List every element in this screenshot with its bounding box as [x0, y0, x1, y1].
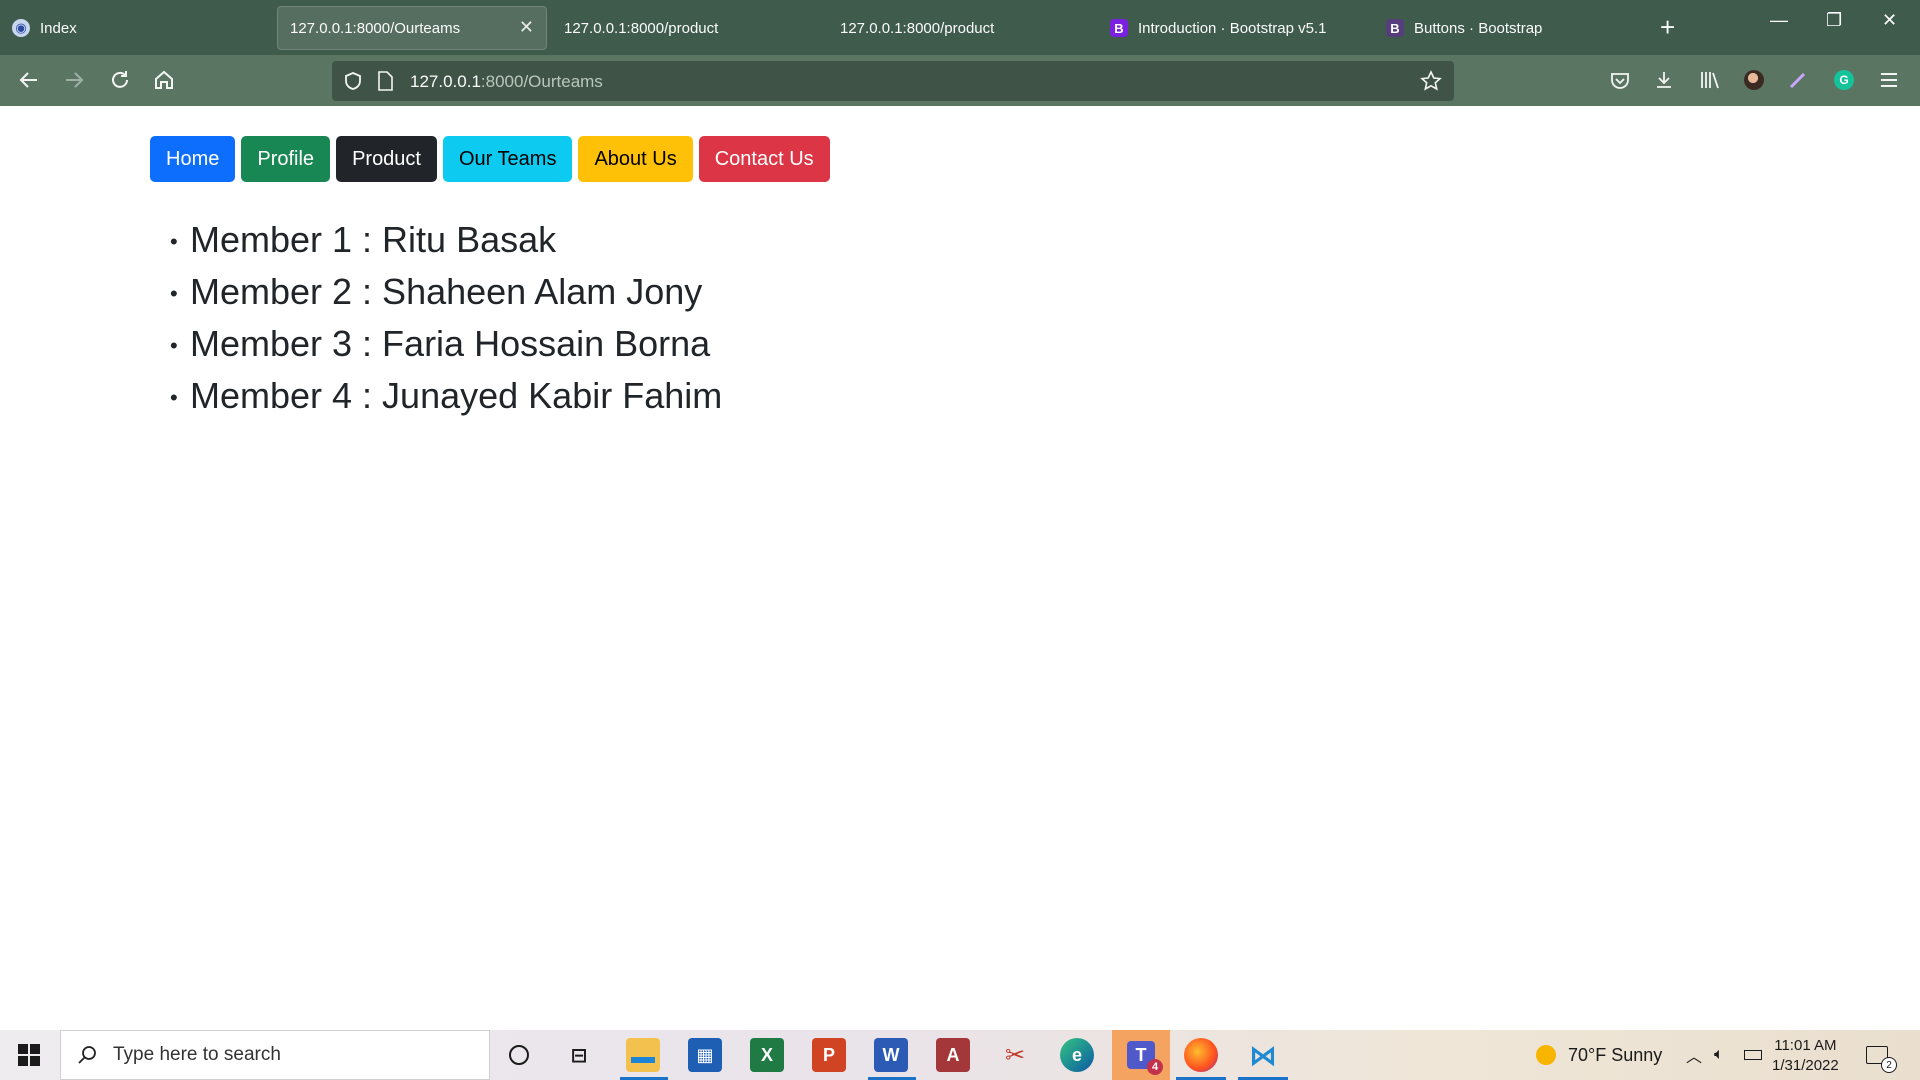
tab-title: Index	[40, 19, 77, 37]
color-picker-icon[interactable]	[1785, 67, 1811, 93]
restore-button[interactable]: ❐	[1826, 10, 1842, 31]
member-list: Member 1 : Ritu Basak Member 2 : Shaheen…	[170, 214, 722, 424]
windows-taskbar: Type here to search ⊟ ▦ X P W A ✂ e T 4 …	[0, 1030, 1920, 1080]
search-icon	[78, 1046, 96, 1064]
cortana-icon[interactable]	[502, 1038, 536, 1072]
shield-favicon-icon: ◉	[12, 19, 30, 37]
our-teams-button[interactable]: Our Teams	[443, 136, 573, 182]
firefox-icon[interactable]	[1184, 1038, 1218, 1072]
library-icon[interactable]	[1697, 67, 1723, 93]
vscode-icon[interactable]: ⋈	[1246, 1038, 1280, 1072]
contact-us-button[interactable]: Contact Us	[698, 136, 830, 182]
new-tab-button[interactable]: +	[1660, 12, 1675, 43]
tab-product-2[interactable]: 127.0.0.1:8000/product	[828, 6, 1098, 50]
excel-icon[interactable]: X	[750, 1038, 784, 1072]
show-hidden-icons-chevron-icon[interactable]: ︿	[1686, 1030, 1702, 1080]
browser-toolbar: 127.0.0.1:8000/Ourteams G	[0, 55, 1920, 106]
tab-bootstrap-intro[interactable]: B Introduction · Bootstrap v5.1	[1098, 6, 1368, 50]
tab-bootstrap-buttons[interactable]: B Buttons · Bootstrap	[1374, 6, 1644, 50]
tab-ourteams[interactable]: 127.0.0.1:8000/Ourteams ✕	[277, 6, 547, 50]
page-content: Home Profile Product Our Teams About Us …	[0, 106, 1920, 1030]
profile-button[interactable]: Profile	[241, 136, 331, 182]
close-tab-icon[interactable]: ✕	[519, 17, 534, 38]
tab-title: Buttons · Bootstrap	[1414, 19, 1543, 37]
battery-icon[interactable]	[1744, 1030, 1762, 1080]
reload-icon[interactable]	[107, 67, 133, 93]
url-path: :8000/Ourteams	[480, 72, 603, 91]
weather-widget[interactable]: 70°F Sunny	[1536, 1030, 1662, 1080]
system-clock[interactable]: 11:01 AM 1/31/2022	[1772, 1036, 1839, 1076]
url-host: 127.0.0.1	[410, 72, 481, 91]
account-avatar-icon[interactable]	[1741, 67, 1767, 93]
notification-badge: 2	[1881, 1057, 1897, 1073]
address-bar[interactable]: 127.0.0.1:8000/Ourteams	[332, 61, 1454, 101]
clock-time: 11:01 AM	[1774, 1037, 1837, 1054]
word-icon[interactable]: W	[874, 1038, 908, 1072]
store-icon[interactable]: ▦	[688, 1038, 722, 1072]
list-item: Member 2 : Shaheen Alam Jony	[170, 266, 722, 320]
tab-product-1[interactable]: 127.0.0.1:8000/product	[552, 6, 822, 50]
download-icon[interactable]	[1651, 67, 1677, 93]
menu-hamburger-icon[interactable]	[1876, 67, 1902, 93]
task-view-icon[interactable]: ⊟	[562, 1038, 596, 1072]
grammarly-icon[interactable]: G	[1831, 67, 1857, 93]
product-button[interactable]: Product	[336, 136, 437, 182]
home-icon[interactable]	[151, 67, 177, 93]
nav-button-row: Home Profile Product Our Teams About Us …	[150, 136, 830, 182]
pocket-icon[interactable]	[1607, 67, 1633, 93]
weather-text: 70°F Sunny	[1568, 1044, 1663, 1065]
url-text[interactable]: 127.0.0.1:8000/Ourteams	[410, 72, 603, 92]
teams-icon[interactable]: T 4	[1112, 1030, 1170, 1080]
notification-center-icon[interactable]: 2	[1866, 1030, 1897, 1080]
teams-badge: 4	[1147, 1059, 1163, 1075]
powerpoint-icon[interactable]: P	[812, 1038, 846, 1072]
access-icon[interactable]: A	[936, 1038, 970, 1072]
bookmark-star-icon[interactable]	[1418, 68, 1444, 94]
file-explorer-icon[interactable]	[626, 1038, 660, 1072]
list-item: Member 4 : Junayed Kabir Fahim	[170, 370, 722, 424]
windows-start-icon[interactable]	[18, 1044, 40, 1066]
search-placeholder: Type here to search	[113, 1044, 281, 1065]
bootstrap-icon: B	[1110, 19, 1128, 37]
edge-icon[interactable]: e	[1060, 1038, 1094, 1072]
sun-icon	[1536, 1045, 1556, 1065]
close-window-button[interactable]: ✕	[1882, 10, 1897, 31]
forward-arrow-icon[interactable]	[61, 67, 87, 93]
tab-title: 127.0.0.1:8000/Ourteams	[290, 19, 461, 37]
list-item: Member 1 : Ritu Basak	[170, 214, 722, 268]
home-button[interactable]: Home	[150, 136, 236, 182]
browser-tab-bar: ◉ Index 127.0.0.1:8000/Ourteams ✕ 127.0.…	[0, 0, 1920, 55]
page-icon	[372, 68, 398, 94]
tab-title: 127.0.0.1:8000/product	[840, 19, 995, 37]
tab-title: Introduction · Bootstrap v5.1	[1138, 19, 1327, 37]
clock-date: 1/31/2022	[1772, 1057, 1839, 1074]
shield-icon[interactable]	[340, 68, 366, 94]
list-item: Member 3 : Faria Hossain Borna	[170, 318, 722, 372]
minimize-button[interactable]: —	[1770, 10, 1788, 31]
back-arrow-icon[interactable]	[16, 67, 42, 93]
tab-index[interactable]: ◉ Index	[0, 6, 270, 50]
snip-icon[interactable]: ✂	[998, 1038, 1032, 1072]
about-us-button[interactable]: About Us	[578, 136, 693, 182]
tab-title: 127.0.0.1:8000/product	[564, 19, 719, 37]
bootstrap-icon: B	[1386, 19, 1404, 37]
taskbar-search-box[interactable]: Type here to search	[60, 1030, 490, 1080]
volume-icon[interactable]: 🔈︎	[1714, 1030, 1724, 1080]
